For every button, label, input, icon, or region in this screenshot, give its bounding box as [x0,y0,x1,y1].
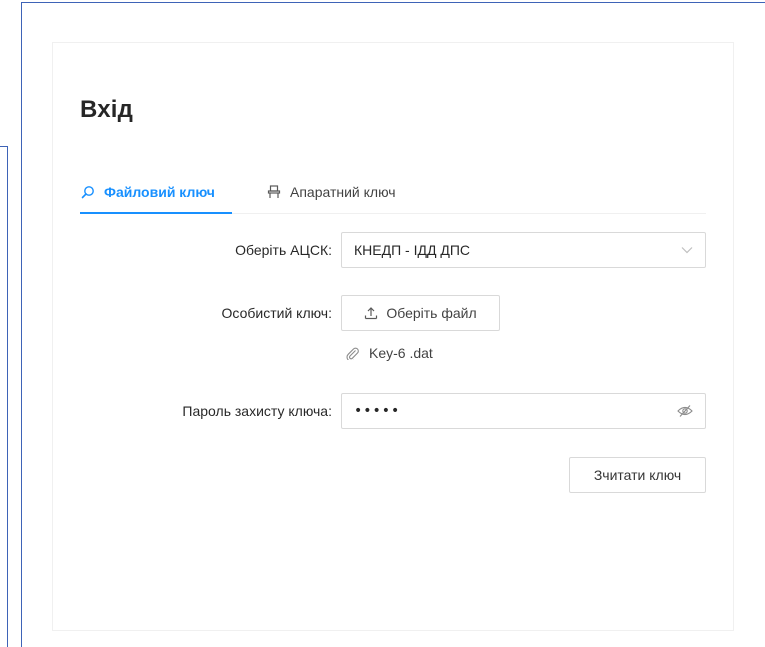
paperclip-icon [346,347,359,360]
tab-file-key[interactable]: Файловий ключ [80,170,215,214]
chevron-down-icon [681,246,693,254]
eye-invisible-icon[interactable] [677,404,693,418]
ca-select-value: КНЕДП - ІДД ДПС [354,242,470,258]
password-input[interactable]: ••••• [341,393,706,429]
choose-file-button[interactable]: Оберіть файл [341,295,500,331]
password-value: ••••• [354,403,401,419]
key-type-tabs: Файловий ключ Апаратний ключ [80,170,706,214]
password-label: Пароль захисту ключа: [182,403,332,419]
tab-hardware-key[interactable]: Апаратний ключ [266,170,396,214]
choose-file-label: Оберіть файл [386,305,477,321]
upload-icon [364,306,378,320]
tab-hardware-key-label: Апаратний ключ [290,184,396,200]
usb-key-icon [266,184,282,200]
uploaded-file-item[interactable]: Key-6 .dat [346,342,433,364]
ca-select[interactable]: КНЕДП - ІДД ДПС [341,232,706,268]
private-key-label: Особистий ключ: [221,305,332,321]
search-icon [80,184,96,200]
uploaded-file-name: Key-6 .dat [369,345,433,361]
read-key-button[interactable]: Зчитати ключ [569,457,706,493]
ca-label: Оберіть АЦСК: [235,242,332,258]
page-title: Вхід [80,96,134,123]
login-card [52,42,734,631]
left-frame [0,146,8,647]
tab-file-key-label: Файловий ключ [104,184,215,200]
active-tab-indicator [80,212,232,214]
